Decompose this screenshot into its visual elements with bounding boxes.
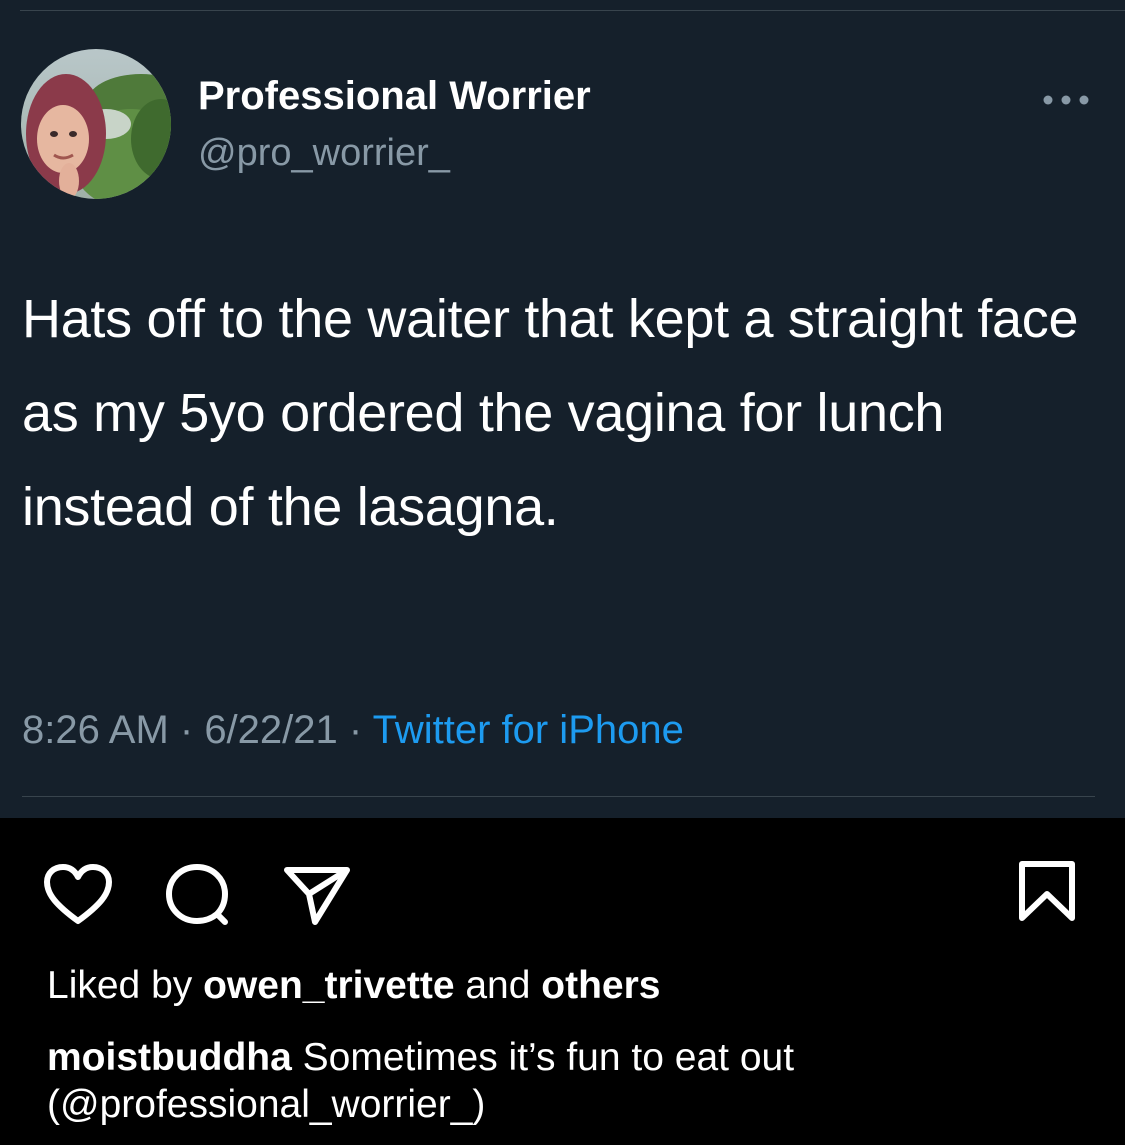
tweet-time: 8:26 AM: [22, 708, 169, 752]
share-icon[interactable]: [281, 862, 353, 928]
avatar[interactable]: [21, 49, 171, 199]
divider: [20, 10, 1125, 11]
comment-icon[interactable]: [163, 862, 235, 928]
tweet-source-link[interactable]: Twitter for iPhone: [373, 708, 684, 752]
tweet-card: Professional Worrier @pro_worrier_ Hats …: [0, 0, 1125, 818]
meta-separator: ·: [168, 708, 205, 752]
likes-prefix: Liked by: [47, 964, 204, 1007]
likes-summary: Liked by owen_trivette and others: [47, 964, 660, 1008]
tweet-text: Hats off to the waiter that kept a strai…: [22, 289, 1079, 537]
heart-icon[interactable]: [42, 863, 114, 927]
liker-username[interactable]: owen_trivette: [203, 964, 454, 1007]
author-handle[interactable]: @pro_worrier_: [198, 132, 450, 175]
post-caption: moistbuddha Sometimes it’s fun to eat ou…: [47, 1034, 1097, 1128]
meta-separator: ·: [337, 708, 373, 752]
bookmark-icon[interactable]: [1016, 860, 1078, 924]
caption-username[interactable]: moistbuddha: [47, 1036, 292, 1079]
more-dots-icon: [1043, 95, 1089, 105]
likes-middle: and: [454, 964, 542, 1007]
divider: [22, 796, 1095, 797]
tweet-meta: 8:26 AM · 6/22/21 · Twitter for iPhone: [22, 708, 684, 753]
tweet-date: 6/22/21: [204, 708, 338, 752]
author-display-name[interactable]: Professional Worrier: [198, 74, 591, 119]
likes-others-link[interactable]: others: [541, 964, 660, 1007]
more-options-button[interactable]: [1036, 82, 1096, 118]
